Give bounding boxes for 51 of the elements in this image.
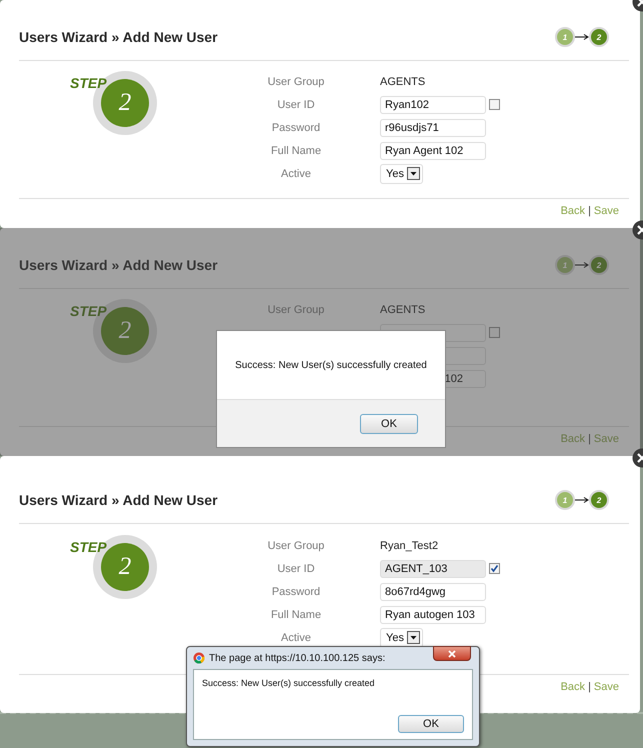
dialog-title: The page at https://10.10.100.125 says: (209, 652, 386, 664)
step-label: STEP (70, 539, 107, 555)
close-button[interactable] (433, 646, 471, 661)
checkbox[interactable] (489, 99, 500, 110)
caret-icon (406, 167, 420, 180)
field-label: User ID (277, 562, 315, 574)
arrow-icon (575, 34, 589, 40)
input-field[interactable]: Ryan Agent 102 (380, 142, 486, 160)
wizard-title: Users Wizard » Add New User (19, 492, 218, 508)
step-indicator: 1 (555, 27, 575, 47)
link-separator: | (588, 681, 591, 693)
step-indicator: 2 (589, 490, 609, 510)
field-label: Active (281, 168, 311, 180)
input-field[interactable]: Ryan autogen 103 (380, 606, 486, 624)
step-label: STEP (70, 303, 107, 319)
wizard-title: Users Wizard » Add New User (19, 29, 218, 45)
step-indicator: 2 (589, 255, 609, 275)
field-label: User ID (277, 98, 315, 110)
link-separator: | (588, 205, 591, 217)
field-label: Password (272, 122, 320, 134)
field-value: AGENTS (380, 304, 426, 316)
ok-button[interactable]: OK (360, 414, 418, 434)
dropdown[interactable]: Yes (380, 164, 423, 184)
field-label: Active (281, 632, 311, 644)
step-indicator: 1 (555, 490, 575, 510)
close-icon (448, 650, 456, 658)
arrow-icon (575, 497, 589, 503)
input-field[interactable]: Ryan102 (380, 96, 486, 114)
dialog-message: Success: New User(s) successfully created (235, 360, 427, 370)
circle-logo-icon (193, 652, 205, 664)
checkbox[interactable] (489, 327, 500, 338)
field-label: User Group (268, 540, 324, 552)
field-value: AGENTS (380, 76, 426, 88)
field-label: Full Name (270, 144, 322, 156)
input-field[interactable]: r96usdjs71 (380, 118, 486, 136)
dropdown[interactable]: Yes (380, 628, 423, 648)
field-label: Password (272, 586, 320, 598)
caret-icon (406, 631, 420, 644)
input-field[interactable]: 8o67rd4gwg (380, 582, 486, 600)
arrow-icon (575, 262, 589, 268)
ok-button[interactable]: OK (398, 715, 464, 733)
step-indicator: 1 (555, 255, 575, 275)
field-label: Full Name (270, 608, 322, 620)
link-separator: | (588, 433, 591, 445)
field-value: Ryan_Test2 (380, 540, 438, 552)
dialog-message: Success: New User(s) successfully created (202, 678, 376, 688)
field-label: User Group (268, 304, 324, 316)
step-label: STEP (70, 75, 107, 91)
wizard-title: Users Wizard » Add New User (19, 257, 218, 273)
field-label: User Group (268, 76, 324, 88)
step-indicator: 2 (589, 27, 609, 47)
